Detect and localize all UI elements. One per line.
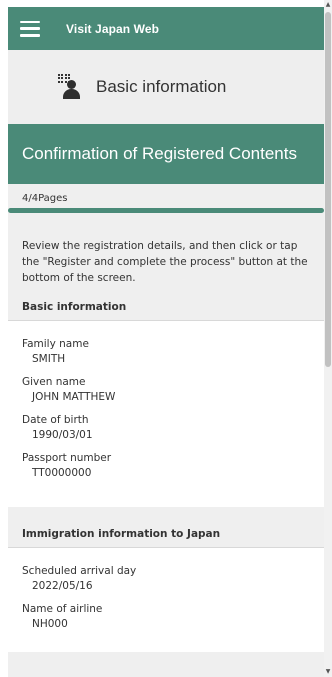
- immigration-info-heading: Immigration information to Japan: [22, 528, 221, 540]
- page: Visit Japan Web Basic information Confir…: [0, 0, 332, 677]
- field-label: Family name: [22, 338, 89, 350]
- hamburger-menu-icon[interactable]: [20, 20, 40, 37]
- confirmation-title: Confirmation of Registered Contents: [22, 144, 297, 163]
- progress-bar: [8, 208, 324, 213]
- instructions-text: Review the registration details, and the…: [22, 240, 308, 284]
- field-name-of-airline: Name of airline NH000: [22, 602, 310, 632]
- field-value: SMITH: [32, 353, 66, 365]
- field-value: TT0000000: [32, 467, 92, 479]
- field-date-of-birth: Date of birth 1990/03/01: [22, 413, 310, 443]
- scroll-down-arrow-icon[interactable]: ▼: [324, 667, 332, 677]
- app-title: Visit Japan Web: [66, 21, 160, 36]
- progress-area: 4/4Pages: [8, 184, 324, 214]
- field-label: Passport number: [22, 452, 112, 464]
- field-passport-number: Passport number TT0000000: [22, 451, 310, 481]
- field-value: 1990/03/01: [32, 429, 93, 441]
- confirmation-banner: Confirmation of Registered Contents: [8, 124, 324, 184]
- field-family-name: Family name SMITH: [22, 337, 310, 367]
- vertical-scrollbar[interactable]: ▲ ▼: [324, 0, 332, 677]
- field-value: NH000: [32, 618, 68, 630]
- section-title: Basic information: [96, 77, 227, 96]
- field-value: JOHN MATTHEW: [32, 391, 116, 403]
- field-scheduled-arrival-day: Scheduled arrival day 2022/05/16: [22, 564, 310, 594]
- field-label: Scheduled arrival day: [22, 565, 137, 577]
- field-label: Given name: [22, 376, 86, 388]
- page-indicator: 4/4Pages: [22, 193, 68, 204]
- person-id-icon: [58, 74, 84, 100]
- section-header: Basic information: [8, 50, 324, 124]
- basic-info-card: Family name SMITH Given name JOHN MATTHE…: [8, 321, 324, 507]
- field-value: 2022/05/16: [32, 580, 93, 592]
- field-label: Date of birth: [22, 414, 89, 426]
- scroll-up-arrow-icon[interactable]: ▲: [324, 0, 332, 10]
- basic-info-heading: Basic information: [22, 301, 127, 313]
- field-label: Name of airline: [22, 603, 103, 615]
- app-header: Visit Japan Web: [8, 7, 324, 50]
- scrollbar-thumb[interactable]: [325, 12, 331, 367]
- immigration-info-card: Scheduled arrival day 2022/05/16 Name of…: [8, 548, 324, 652]
- app-viewport: Visit Japan Web Basic information Confir…: [8, 7, 324, 677]
- field-given-name: Given name JOHN MATTHEW: [22, 375, 310, 405]
